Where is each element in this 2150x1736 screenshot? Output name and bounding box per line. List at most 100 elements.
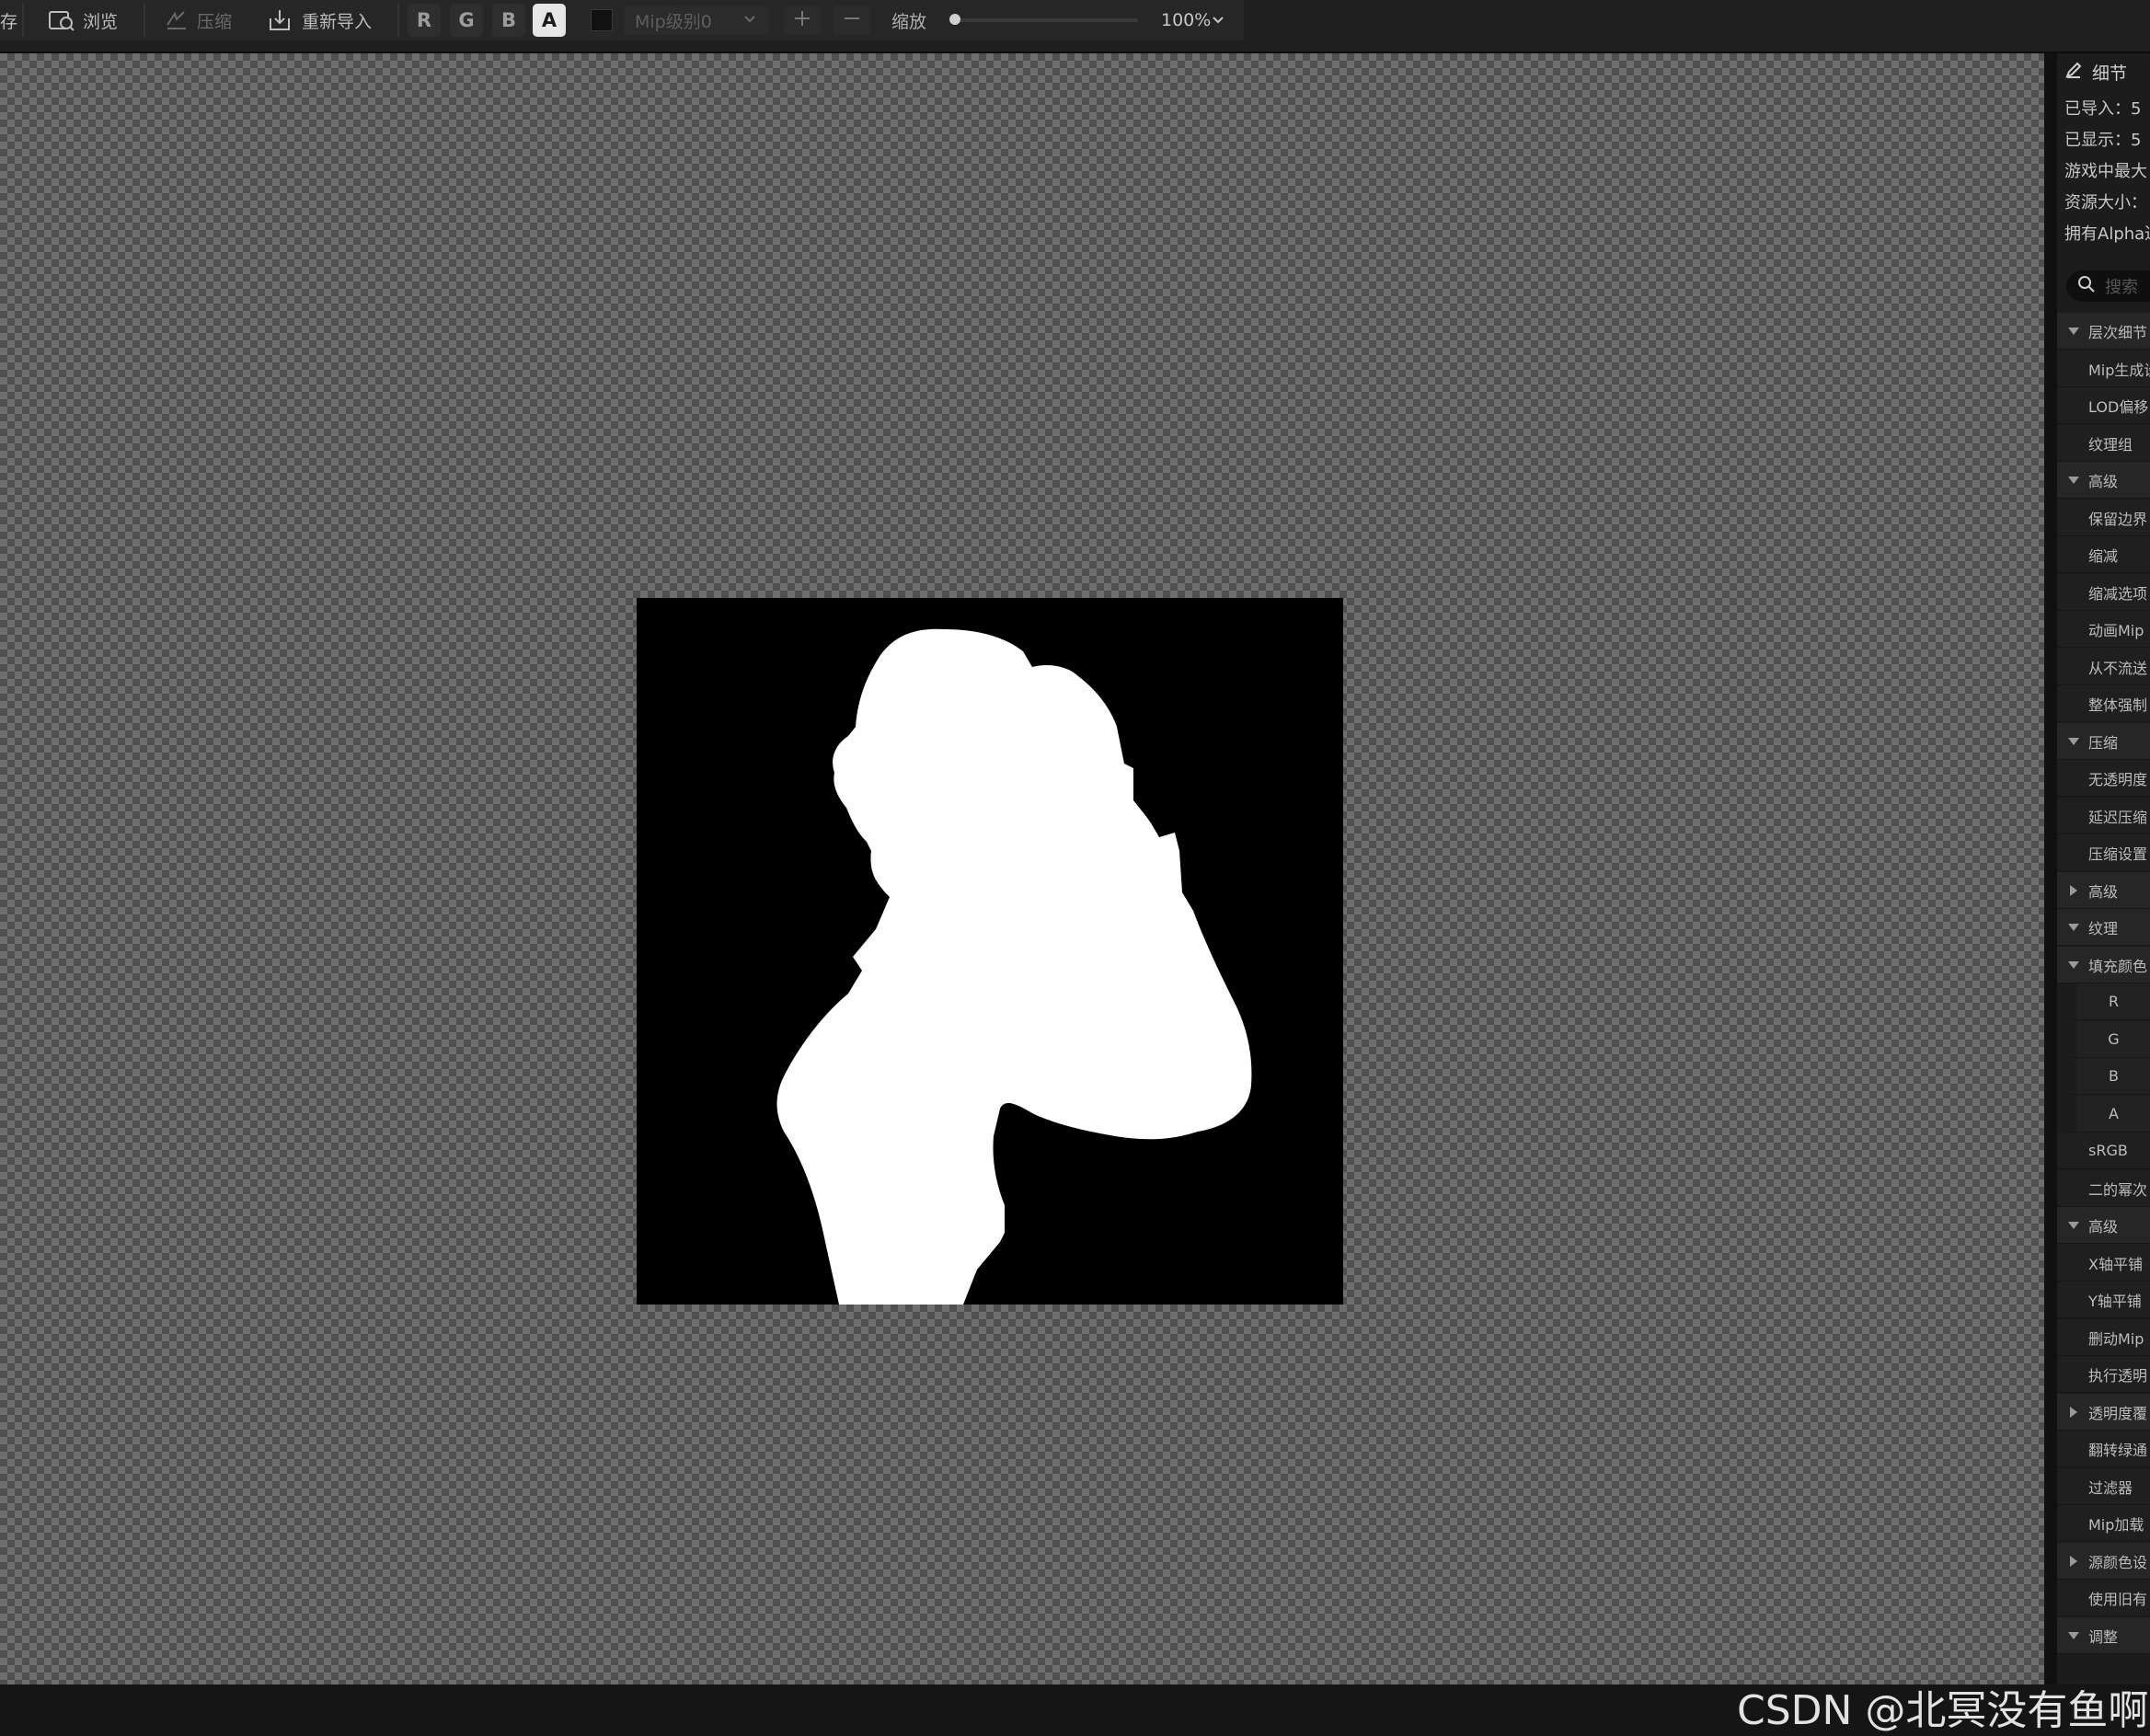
- property-row[interactable]: A: [2057, 1096, 2150, 1132]
- property-label: X轴平铺: [2088, 1255, 2143, 1273]
- property-category[interactable]: 高级: [2057, 462, 2150, 499]
- zoom-label: 缩放: [891, 11, 927, 32]
- property-category[interactable]: 源颜色设: [2057, 1543, 2150, 1580]
- property-row[interactable]: sRGB: [2057, 1132, 2150, 1169]
- save-button[interactable]: 存: [0, 6, 17, 35]
- property-row[interactable]: 保留边界: [2057, 500, 2150, 536]
- property-label: Mip加载: [2088, 1515, 2144, 1534]
- toolbar-divider: [144, 4, 145, 37]
- expand-arrow-icon[interactable]: [2068, 476, 2079, 484]
- property-row[interactable]: B: [2057, 1058, 2150, 1095]
- property-label: 压缩设置: [2088, 845, 2148, 863]
- property-row[interactable]: 翻转绿通: [2057, 1431, 2150, 1467]
- expand-arrow-icon[interactable]: [2068, 1221, 2079, 1229]
- chevron-down-icon[interactable]: [1210, 12, 1226, 32]
- mip-level-select[interactable]: Mip级别0: [624, 6, 769, 35]
- details-panel: 细节 已导入：5 已显示：5 游戏中最大 资源大小： 拥有Alpha通 搜索 层…: [2057, 53, 2150, 1684]
- property-label: sRGB: [2088, 1142, 2128, 1159]
- property-label: 源颜色设: [2088, 1553, 2148, 1571]
- property-label: G: [2108, 1030, 2120, 1048]
- property-row[interactable]: 过滤器: [2057, 1468, 2150, 1505]
- property-category[interactable]: 层次细节: [2057, 313, 2150, 350]
- channel-a-button[interactable]: A: [533, 4, 566, 37]
- collapse-arrow-icon[interactable]: [2070, 1406, 2077, 1418]
- compress-button[interactable]: 压缩: [164, 6, 232, 35]
- expand-arrow-icon[interactable]: [2068, 1631, 2079, 1639]
- property-category[interactable]: 调整: [2057, 1617, 2150, 1654]
- property-row[interactable]: G: [2057, 1021, 2150, 1058]
- zoom-value: 100%: [1161, 10, 1212, 30]
- expand-arrow-icon[interactable]: [2068, 960, 2079, 969]
- collapse-arrow-icon[interactable]: [2070, 1555, 2077, 1567]
- property-label: 高级: [2088, 882, 2119, 901]
- property-category[interactable]: 透明度覆: [2057, 1394, 2150, 1431]
- alpha-silhouette: [776, 628, 1252, 1305]
- property-label: Y轴平铺: [2088, 1292, 2142, 1310]
- panel-splitter[interactable]: [2044, 53, 2057, 1684]
- property-row[interactable]: 纹理组: [2057, 425, 2150, 462]
- property-label: 删动Mip: [2088, 1329, 2144, 1348]
- property-label: 过滤器: [2088, 1478, 2133, 1497]
- property-label: 填充颜色: [2088, 957, 2148, 975]
- texture-viewport[interactable]: CSDN @北冥没有鱼啊: [0, 53, 2148, 1734]
- expand-arrow-icon[interactable]: [2068, 327, 2079, 335]
- expand-arrow-icon[interactable]: [2068, 737, 2079, 745]
- channel-b-button[interactable]: B: [492, 4, 525, 37]
- channel-r-button[interactable]: R: [408, 4, 441, 37]
- property-category[interactable]: 高级: [2057, 1207, 2150, 1244]
- info-resource-size: 资源大小：: [2064, 193, 2147, 213]
- property-label: 高级: [2088, 472, 2119, 490]
- property-row[interactable]: X轴平铺: [2057, 1245, 2150, 1282]
- property-category[interactable]: 填充颜色: [2057, 947, 2150, 983]
- channel-g-button[interactable]: G: [450, 4, 483, 37]
- property-row[interactable]: 从不流送: [2057, 649, 2150, 685]
- property-row[interactable]: R: [2057, 983, 2150, 1020]
- property-category[interactable]: 纹理: [2057, 909, 2150, 946]
- property-row[interactable]: 压缩设置: [2057, 834, 2150, 871]
- collapse-arrow-icon[interactable]: [2070, 884, 2077, 896]
- browse-button[interactable]: 浏览: [48, 6, 118, 35]
- property-category[interactable]: 高级: [2057, 872, 2150, 909]
- property-label: 高级: [2088, 1217, 2119, 1236]
- property-row[interactable]: Mip加载: [2057, 1505, 2150, 1542]
- zoom-slider-handle[interactable]: [949, 14, 960, 25]
- property-label: 纹理: [2088, 919, 2119, 937]
- property-row[interactable]: Mip生成设: [2057, 351, 2150, 387]
- reimport-label: 重新导入: [302, 11, 373, 32]
- property-row[interactable]: 缩减: [2057, 536, 2150, 573]
- property-row[interactable]: 使用旧有: [2057, 1580, 2150, 1616]
- save-label: 存: [0, 11, 18, 32]
- mip-level-value: Mip级别0: [635, 11, 712, 32]
- property-row[interactable]: 动画Mip: [2057, 611, 2150, 648]
- expand-arrow-icon[interactable]: [2068, 923, 2079, 931]
- property-row[interactable]: LOD偏移: [2057, 387, 2150, 424]
- property-row[interactable]: 无透明度: [2057, 760, 2150, 797]
- property-label: 保留边界: [2088, 510, 2148, 528]
- property-row[interactable]: 整体强制: [2057, 685, 2150, 722]
- property-label: A: [2109, 1105, 2119, 1122]
- details-tab[interactable]: 细节: [2064, 59, 2127, 85]
- mip-decrease-button[interactable]: [834, 6, 870, 35]
- zoom-slider[interactable]: [954, 18, 1138, 22]
- info-displayed: 已显示：5: [2064, 131, 2142, 150]
- mip-increase-button[interactable]: [784, 6, 821, 35]
- property-row[interactable]: 缩减选项: [2057, 574, 2150, 611]
- edit-icon: [2064, 61, 2083, 84]
- property-label: 层次细节: [2088, 323, 2148, 341]
- property-row[interactable]: Y轴平铺: [2057, 1282, 2150, 1318]
- property-row[interactable]: 执行透明: [2057, 1356, 2150, 1393]
- property-label: 二的幂次: [2088, 1180, 2148, 1199]
- property-row[interactable]: 延迟压缩: [2057, 798, 2150, 834]
- property-row[interactable]: 删动Mip: [2057, 1319, 2150, 1356]
- color-swatch[interactable]: [591, 9, 613, 31]
- compress-icon: [164, 8, 190, 32]
- property-category[interactable]: 压缩: [2057, 723, 2150, 760]
- reimport-icon: [267, 7, 293, 33]
- compress-label: 压缩: [197, 11, 233, 32]
- details-search-input[interactable]: 搜索: [2066, 270, 2150, 302]
- property-row[interactable]: 二的幂次: [2057, 1170, 2150, 1207]
- reimport-button[interactable]: 重新导入: [267, 6, 372, 35]
- info-max-ingame: 游戏中最大: [2064, 162, 2147, 181]
- property-label: B: [2109, 1067, 2119, 1085]
- plus-icon: [792, 8, 812, 32]
